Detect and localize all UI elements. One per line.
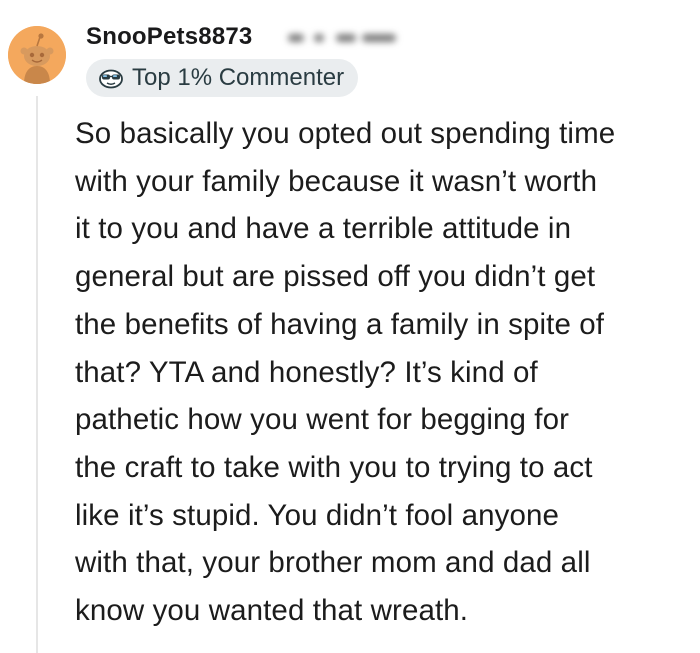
commenter-badge[interactable]: Top 1% Commenter xyxy=(86,59,359,97)
comment-body: So basically you opted out spending time… xyxy=(75,110,695,635)
blurred-metadata xyxy=(288,28,400,48)
username[interactable]: SnooPets8873 xyxy=(86,23,252,51)
avatar[interactable] xyxy=(8,26,66,84)
comment-body-line: know you wanted that wreath. xyxy=(75,594,469,628)
thread-line[interactable] xyxy=(36,96,38,653)
comment-body-line: the craft to take with you to trying to … xyxy=(75,450,593,484)
sunglasses-snoo-icon xyxy=(99,69,123,89)
comment-body-line: So basically you opted out spending time xyxy=(75,117,616,150)
comment-body-line: like it’s stupid. You didn’t fool anyone xyxy=(75,498,559,532)
comment: SnooPets8873 Top 1% Commenter So basical… xyxy=(0,0,700,653)
comment-body-line: with your family because it wasn’t worth xyxy=(75,164,598,198)
comment-body-line: that? YTA and honestly? It’s kind of xyxy=(75,355,538,389)
comment-body-line: the benefits of having a family in spite… xyxy=(75,307,605,341)
comment-body-line: general but are pissed off you didn’t ge… xyxy=(75,260,596,294)
snoo-avatar-icon xyxy=(8,26,66,84)
comment-body-line: pathetic how you went for begging for xyxy=(75,403,570,437)
comment-body-line: it to you and have a terrible attitude i… xyxy=(75,212,572,246)
comment-body-line: with that, your brother mom and dad all xyxy=(75,546,591,580)
badge-label: Top 1% Commenter xyxy=(132,64,345,91)
